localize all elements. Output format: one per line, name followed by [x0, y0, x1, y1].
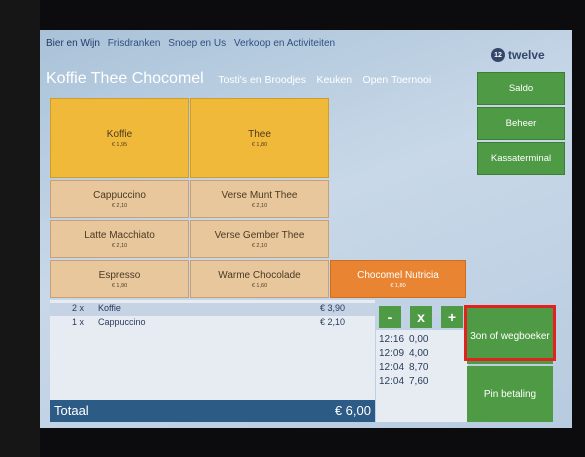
order-qty: 2 x — [72, 303, 85, 313]
category-nav: Bier en Wijn Frisdranken Snoep en Us Ver… — [46, 38, 340, 49]
product-price: € 2,10 — [111, 242, 128, 249]
nav-bier-en-wijn[interactable]: Bier en Wijn — [46, 38, 100, 49]
product-tile-chocomel-nutricia[interactable]: Chocomel Nutricia € 1,80 — [330, 260, 466, 298]
tab-keuken[interactable]: Keuken — [316, 74, 352, 86]
product-name: Koffie — [106, 128, 133, 140]
product-name: Warme Chocolade — [218, 269, 301, 281]
transaction-time: 12:04 — [379, 362, 405, 373]
transaction-amount: 4,00 — [409, 348, 429, 359]
order-price: € 2,10 — [320, 317, 346, 327]
product-name: Cappuccino — [93, 189, 146, 201]
product-tile-verse-munt-thee[interactable]: Verse Munt Thee € 2,10 — [190, 180, 329, 218]
product-price: € 1,95 — [111, 141, 128, 148]
beheer-button[interactable]: Beheer — [477, 107, 565, 140]
twelve-logo-icon: 12 — [491, 48, 505, 62]
product-price: € 1,80 — [390, 282, 406, 289]
nav-verkoop-en-activiteiten[interactable]: Verkoop en Activiteiten — [234, 38, 335, 49]
subcategory-nav: Koffie Thee Chocomel Tosti's en Broodjes… — [46, 70, 437, 88]
product-tile-cappuccino[interactable]: Cappuccino € 2,10 — [50, 180, 189, 218]
twelve-logo: 12 twelve — [491, 47, 547, 63]
transaction-time: 12:04 — [379, 376, 405, 387]
product-price: € 1,60 — [251, 282, 268, 289]
recent-transactions: 12:16 0,00 12:09 4,00 12:04 8,70 12:04 7… — [376, 330, 468, 422]
product-name: Chocomel Nutricia — [357, 269, 439, 281]
increase-button[interactable]: + — [441, 306, 463, 328]
decrease-button[interactable]: - — [379, 306, 401, 328]
order-list: 2 x Koffie € 3,90 1 x Cappuccino € 2,10 — [50, 300, 375, 400]
nav-snoep-en-ijs[interactable]: Snoep en Us — [168, 38, 226, 49]
product-price: € 2,10 — [251, 202, 268, 209]
product-name: Thee — [248, 128, 271, 140]
order-row[interactable]: 2 x Koffie € 3,90 — [50, 303, 375, 316]
order-qty: 1 x — [72, 317, 85, 327]
nav-frisdranken[interactable]: Frisdranken — [108, 38, 161, 49]
order-item: Cappuccino — [98, 317, 146, 327]
transaction-amount: 8,70 — [409, 362, 429, 373]
kassaterminal-button[interactable]: Kassaterminal — [477, 142, 565, 175]
order-row[interactable]: 1 x Cappuccino € 2,10 — [50, 317, 375, 330]
total-amount: € 6,00 — [334, 403, 371, 418]
order-price: € 3,90 — [320, 303, 346, 313]
total-label: Totaal — [54, 403, 89, 418]
logo-text: twelve — [508, 48, 545, 62]
monitor-bezel — [0, 0, 40, 457]
product-price: € 1,90 — [111, 282, 128, 289]
product-name: Verse Gember Thee — [214, 229, 305, 241]
transaction-time: 12:16 — [379, 334, 405, 345]
transaction-time: 12:09 — [379, 348, 405, 359]
tab-tostis-en-broodjes[interactable]: Tosti's en Broodjes — [218, 74, 306, 86]
product-name: Verse Munt Thee — [221, 189, 298, 201]
transaction-amount: 7,60 — [409, 376, 429, 387]
highlight-frame — [464, 305, 556, 361]
product-name: Latte Macchiato — [84, 229, 155, 241]
saldo-button[interactable]: Saldo — [477, 72, 565, 105]
product-price: € 2,10 — [251, 242, 268, 249]
product-tile-warme-chocolade[interactable]: Warme Chocolade € 1,60 — [190, 260, 329, 298]
remove-button[interactable]: x — [410, 306, 432, 328]
product-price: € 2,10 — [111, 202, 128, 209]
transaction-amount: 0,00 — [409, 334, 429, 345]
product-tile-koffie[interactable]: Koffie € 1,95 — [50, 98, 189, 178]
product-tile-espresso[interactable]: Espresso € 1,90 — [50, 260, 189, 298]
tab-koffie-thee-chocomel[interactable]: Koffie Thee Chocomel — [46, 70, 204, 87]
total-bar: Totaal € 6,00 — [50, 400, 375, 422]
pin-betaling-button[interactable]: Pin betaling — [467, 366, 553, 422]
product-tile-verse-gember-thee[interactable]: Verse Gember Thee € 2,10 — [190, 220, 329, 258]
product-price: € 1,80 — [251, 141, 268, 148]
order-item: Koffie — [98, 303, 121, 313]
product-tile-latte-macchiato[interactable]: Latte Macchiato € 2,10 — [50, 220, 189, 258]
product-name: Espresso — [98, 269, 141, 281]
pos-screen: Bier en Wijn Frisdranken Snoep en Us Ver… — [40, 30, 572, 428]
product-tile-thee[interactable]: Thee € 1,80 — [190, 98, 329, 178]
tab-open-toernooi[interactable]: Open Toernooi — [363, 74, 432, 86]
